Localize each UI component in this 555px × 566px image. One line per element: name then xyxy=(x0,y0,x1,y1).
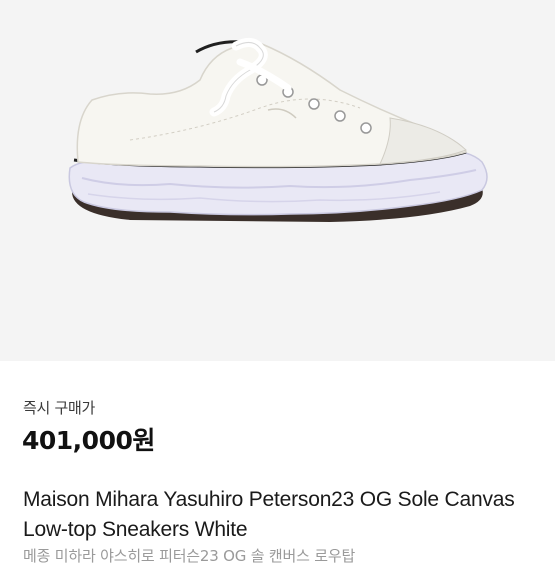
price-value: 401,000원 xyxy=(22,426,155,455)
product-subtitle: 메종 미하라 야스히로 피터슨23 OG 솔 캔버스 로우탑 xyxy=(23,547,356,565)
product-image[interactable] xyxy=(0,0,555,361)
price-caption: 즉시 구매가 xyxy=(23,399,95,417)
product-title[interactable]: Maison Mihara Yasuhiro Peterson23 OG Sol… xyxy=(23,485,543,545)
product-info: 즉시 구매가 401,000원 Maison Mihara Yasuhiro P… xyxy=(0,361,555,565)
sneaker-illustration xyxy=(68,38,488,222)
